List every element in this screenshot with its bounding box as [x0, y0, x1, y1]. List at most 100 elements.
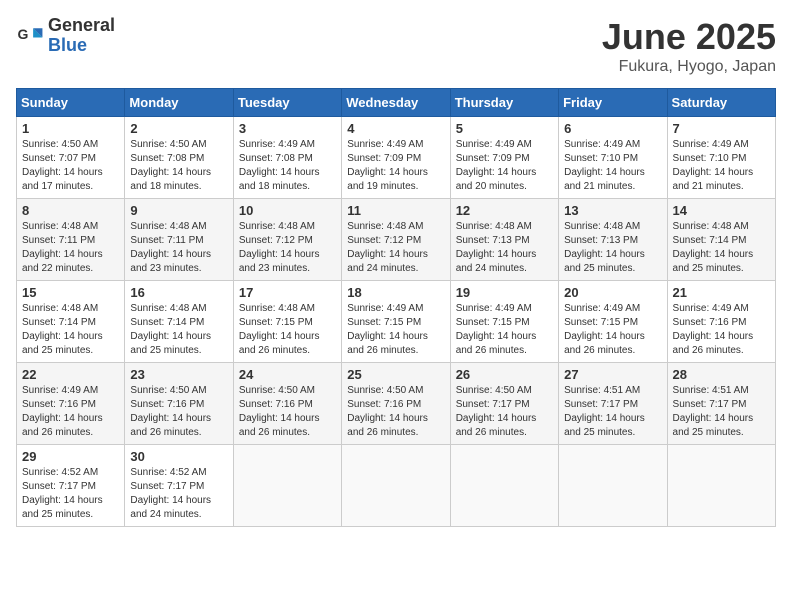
- day-number: 25: [347, 367, 444, 382]
- cell-text: Sunrise: 4:50 AMSunset: 7:16 PMDaylight:…: [239, 385, 320, 438]
- calendar-header-row: Sunday Monday Tuesday Wednesday Thursday…: [17, 89, 776, 117]
- day-number: 10: [239, 203, 336, 218]
- table-row: 2 Sunrise: 4:50 AMSunset: 7:08 PMDayligh…: [125, 117, 233, 199]
- calendar-week-row: 1 Sunrise: 4:50 AMSunset: 7:07 PMDayligh…: [17, 117, 776, 199]
- day-number: 20: [564, 285, 661, 300]
- table-row: 29 Sunrise: 4:52 AMSunset: 7:17 PMDaylig…: [17, 445, 125, 527]
- calendar-week-row: 15 Sunrise: 4:48 AMSunset: 7:14 PMDaylig…: [17, 281, 776, 363]
- day-number: 22: [22, 367, 119, 382]
- day-number: 3: [239, 121, 336, 136]
- cell-text: Sunrise: 4:48 AMSunset: 7:14 PMDaylight:…: [130, 303, 211, 356]
- day-number: 29: [22, 449, 119, 464]
- table-row: 19 Sunrise: 4:49 AMSunset: 7:15 PMDaylig…: [450, 281, 558, 363]
- col-monday: Monday: [125, 89, 233, 117]
- cell-text: Sunrise: 4:49 AMSunset: 7:09 PMDaylight:…: [347, 139, 428, 192]
- day-number: 9: [130, 203, 227, 218]
- cell-text: Sunrise: 4:49 AMSunset: 7:10 PMDaylight:…: [673, 139, 754, 192]
- table-row: 3 Sunrise: 4:49 AMSunset: 7:08 PMDayligh…: [233, 117, 341, 199]
- cell-text: Sunrise: 4:50 AMSunset: 7:16 PMDaylight:…: [130, 385, 211, 438]
- col-friday: Friday: [559, 89, 667, 117]
- col-saturday: Saturday: [667, 89, 775, 117]
- cell-text: Sunrise: 4:49 AMSunset: 7:15 PMDaylight:…: [456, 303, 537, 356]
- table-row: 6 Sunrise: 4:49 AMSunset: 7:10 PMDayligh…: [559, 117, 667, 199]
- table-row: 24 Sunrise: 4:50 AMSunset: 7:16 PMDaylig…: [233, 363, 341, 445]
- table-row: 25 Sunrise: 4:50 AMSunset: 7:16 PMDaylig…: [342, 363, 450, 445]
- day-number: 23: [130, 367, 227, 382]
- table-row: 17 Sunrise: 4:48 AMSunset: 7:15 PMDaylig…: [233, 281, 341, 363]
- cell-text: Sunrise: 4:50 AMSunset: 7:17 PMDaylight:…: [456, 385, 537, 438]
- cell-text: Sunrise: 4:51 AMSunset: 7:17 PMDaylight:…: [673, 385, 754, 438]
- day-number: 28: [673, 367, 770, 382]
- table-row: 12 Sunrise: 4:48 AMSunset: 7:13 PMDaylig…: [450, 199, 558, 281]
- calendar-week-row: 22 Sunrise: 4:49 AMSunset: 7:16 PMDaylig…: [17, 363, 776, 445]
- logo-general-text: General: [48, 16, 115, 36]
- day-number: 7: [673, 121, 770, 136]
- cell-text: Sunrise: 4:48 AMSunset: 7:13 PMDaylight:…: [564, 221, 645, 274]
- day-number: 1: [22, 121, 119, 136]
- day-number: 17: [239, 285, 336, 300]
- table-row: 5 Sunrise: 4:49 AMSunset: 7:09 PMDayligh…: [450, 117, 558, 199]
- table-row: 4 Sunrise: 4:49 AMSunset: 7:09 PMDayligh…: [342, 117, 450, 199]
- cell-text: Sunrise: 4:48 AMSunset: 7:11 PMDaylight:…: [22, 221, 103, 274]
- cell-text: Sunrise: 4:51 AMSunset: 7:17 PMDaylight:…: [564, 385, 645, 438]
- location-title: Fukura, Hyogo, Japan: [602, 58, 776, 76]
- day-number: 24: [239, 367, 336, 382]
- cell-text: Sunrise: 4:49 AMSunset: 7:09 PMDaylight:…: [456, 139, 537, 192]
- table-row: 7 Sunrise: 4:49 AMSunset: 7:10 PMDayligh…: [667, 117, 775, 199]
- day-number: 21: [673, 285, 770, 300]
- table-row: 15 Sunrise: 4:48 AMSunset: 7:14 PMDaylig…: [17, 281, 125, 363]
- day-number: 16: [130, 285, 227, 300]
- table-row: 8 Sunrise: 4:48 AMSunset: 7:11 PMDayligh…: [17, 199, 125, 281]
- day-number: 2: [130, 121, 227, 136]
- cell-text: Sunrise: 4:52 AMSunset: 7:17 PMDaylight:…: [22, 467, 103, 520]
- cell-text: Sunrise: 4:50 AMSunset: 7:16 PMDaylight:…: [347, 385, 428, 438]
- day-number: 19: [456, 285, 553, 300]
- col-sunday: Sunday: [17, 89, 125, 117]
- logo-icon: G: [16, 22, 44, 50]
- day-number: 11: [347, 203, 444, 218]
- table-row: [233, 445, 341, 527]
- cell-text: Sunrise: 4:48 AMSunset: 7:13 PMDaylight:…: [456, 221, 537, 274]
- table-row: 26 Sunrise: 4:50 AMSunset: 7:17 PMDaylig…: [450, 363, 558, 445]
- day-number: 18: [347, 285, 444, 300]
- day-number: 12: [456, 203, 553, 218]
- day-number: 8: [22, 203, 119, 218]
- header: G General Blue June 2025 Fukura, Hyogo, …: [16, 16, 776, 76]
- cell-text: Sunrise: 4:48 AMSunset: 7:14 PMDaylight:…: [673, 221, 754, 274]
- table-row: 9 Sunrise: 4:48 AMSunset: 7:11 PMDayligh…: [125, 199, 233, 281]
- table-row: 20 Sunrise: 4:49 AMSunset: 7:15 PMDaylig…: [559, 281, 667, 363]
- table-row: [342, 445, 450, 527]
- day-number: 14: [673, 203, 770, 218]
- table-row: 30 Sunrise: 4:52 AMSunset: 7:17 PMDaylig…: [125, 445, 233, 527]
- table-row: 18 Sunrise: 4:49 AMSunset: 7:15 PMDaylig…: [342, 281, 450, 363]
- cell-text: Sunrise: 4:49 AMSunset: 7:16 PMDaylight:…: [22, 385, 103, 438]
- table-row: 21 Sunrise: 4:49 AMSunset: 7:16 PMDaylig…: [667, 281, 775, 363]
- table-row: 10 Sunrise: 4:48 AMSunset: 7:12 PMDaylig…: [233, 199, 341, 281]
- day-number: 6: [564, 121, 661, 136]
- table-row: 22 Sunrise: 4:49 AMSunset: 7:16 PMDaylig…: [17, 363, 125, 445]
- svg-text:G: G: [18, 26, 29, 42]
- col-wednesday: Wednesday: [342, 89, 450, 117]
- cell-text: Sunrise: 4:50 AMSunset: 7:08 PMDaylight:…: [130, 139, 211, 192]
- table-row: 27 Sunrise: 4:51 AMSunset: 7:17 PMDaylig…: [559, 363, 667, 445]
- col-thursday: Thursday: [450, 89, 558, 117]
- cell-text: Sunrise: 4:49 AMSunset: 7:15 PMDaylight:…: [347, 303, 428, 356]
- day-number: 4: [347, 121, 444, 136]
- col-tuesday: Tuesday: [233, 89, 341, 117]
- cell-text: Sunrise: 4:48 AMSunset: 7:11 PMDaylight:…: [130, 221, 211, 274]
- table-row: [667, 445, 775, 527]
- day-number: 30: [130, 449, 227, 464]
- calendar-week-row: 29 Sunrise: 4:52 AMSunset: 7:17 PMDaylig…: [17, 445, 776, 527]
- table-row: [559, 445, 667, 527]
- calendar-table: Sunday Monday Tuesday Wednesday Thursday…: [16, 88, 776, 527]
- day-number: 13: [564, 203, 661, 218]
- cell-text: Sunrise: 4:48 AMSunset: 7:12 PMDaylight:…: [239, 221, 320, 274]
- table-row: 14 Sunrise: 4:48 AMSunset: 7:14 PMDaylig…: [667, 199, 775, 281]
- day-number: 5: [456, 121, 553, 136]
- cell-text: Sunrise: 4:52 AMSunset: 7:17 PMDaylight:…: [130, 467, 211, 520]
- logo-blue-text: Blue: [48, 36, 115, 56]
- table-row: 1 Sunrise: 4:50 AMSunset: 7:07 PMDayligh…: [17, 117, 125, 199]
- day-number: 27: [564, 367, 661, 382]
- month-title: June 2025: [602, 16, 776, 58]
- day-number: 26: [456, 367, 553, 382]
